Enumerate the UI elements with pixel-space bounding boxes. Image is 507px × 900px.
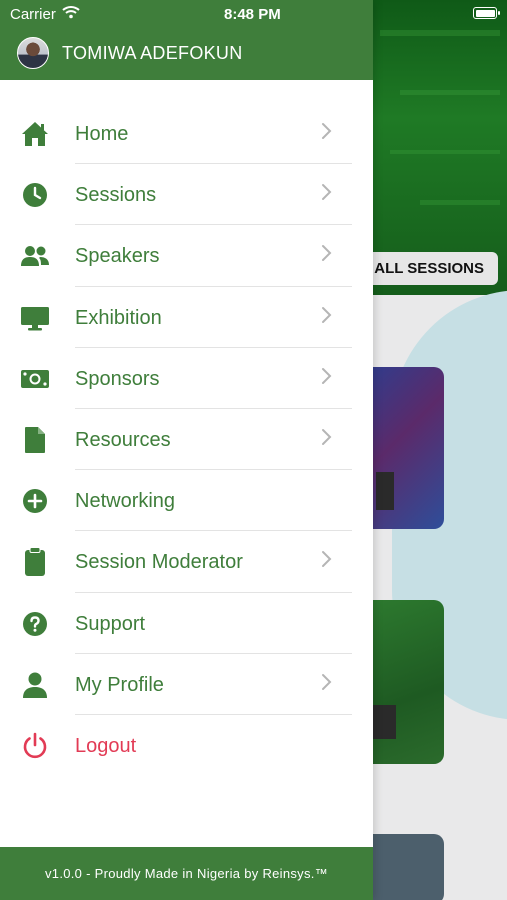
menu-item-networking[interactable]: Networking [0,470,373,532]
menu-item-resources[interactable]: Resources [0,409,373,471]
version-label: v1.0.0 - Proudly Made in Nigeria by Rein… [44,866,328,881]
monitor-icon [20,304,50,332]
menu-item-label: My Profile [75,673,164,696]
menu-item-label: Exhibition [75,306,162,329]
drawer-menu: Home Sessions Speakers Exhibition Sponso… [0,103,373,776]
carrier-label: Carrier [10,6,56,23]
menu-item-label: Speakers [75,245,160,268]
menu-item-speakers[interactable]: Speakers [0,225,373,287]
wifi-icon [62,5,80,23]
user-name: TOMIWA ADEFOKUN [62,43,243,63]
menu-item-label: Sessions [75,184,157,207]
menu-item-sessions[interactable]: Sessions [0,164,373,226]
menu-item-logout[interactable]: Logout [0,715,373,776]
question-circle-icon [20,610,50,638]
money-icon [20,365,50,393]
chevron-right-icon [320,243,334,268]
chevron-right-icon [320,549,334,574]
menu-item-exhibition[interactable]: Exhibition [0,287,373,348]
clock-icon [20,181,50,209]
menu-item-home[interactable]: Home [0,103,373,165]
home-icon [20,120,50,148]
clock-label: 8:48 PM [224,6,281,23]
side-drawer: TOMIWA ADEFOKUN Home Sessions Speakers E… [0,0,373,900]
menu-item-sponsors[interactable]: Sponsors [0,348,373,409]
plus-circle-icon [20,487,50,515]
chevron-right-icon [320,427,334,452]
document-icon [20,426,50,454]
chevron-right-icon [320,305,334,330]
users-icon [20,242,50,270]
chevron-right-icon [320,672,334,697]
status-bar: Carrier 8:48 PM [0,0,507,30]
battery-icon [473,7,500,19]
user-icon [20,671,50,699]
menu-item-label: Logout [75,734,137,757]
menu-item-my-profile[interactable]: My Profile [0,654,373,715]
menu-item-label: Sponsors [75,367,160,390]
menu-item-label: Session Moderator [75,551,243,574]
menu-item-session-moderator[interactable]: Session Moderator [0,531,373,593]
avatar[interactable] [17,37,49,69]
chevron-right-icon [320,121,334,146]
menu-item-label: Home [75,123,129,145]
menu-item-label: Support [75,612,146,635]
clipboard-icon [20,547,50,577]
chevron-right-icon [320,182,334,207]
power-icon [20,732,50,760]
drawer-footer: v1.0.0 - Proudly Made in Nigeria by Rein… [0,847,373,900]
menu-item-label: Networking [75,490,176,513]
chevron-right-icon [320,366,334,391]
menu-item-label: Resources [75,428,171,451]
menu-item-support[interactable]: Support [0,593,373,654]
